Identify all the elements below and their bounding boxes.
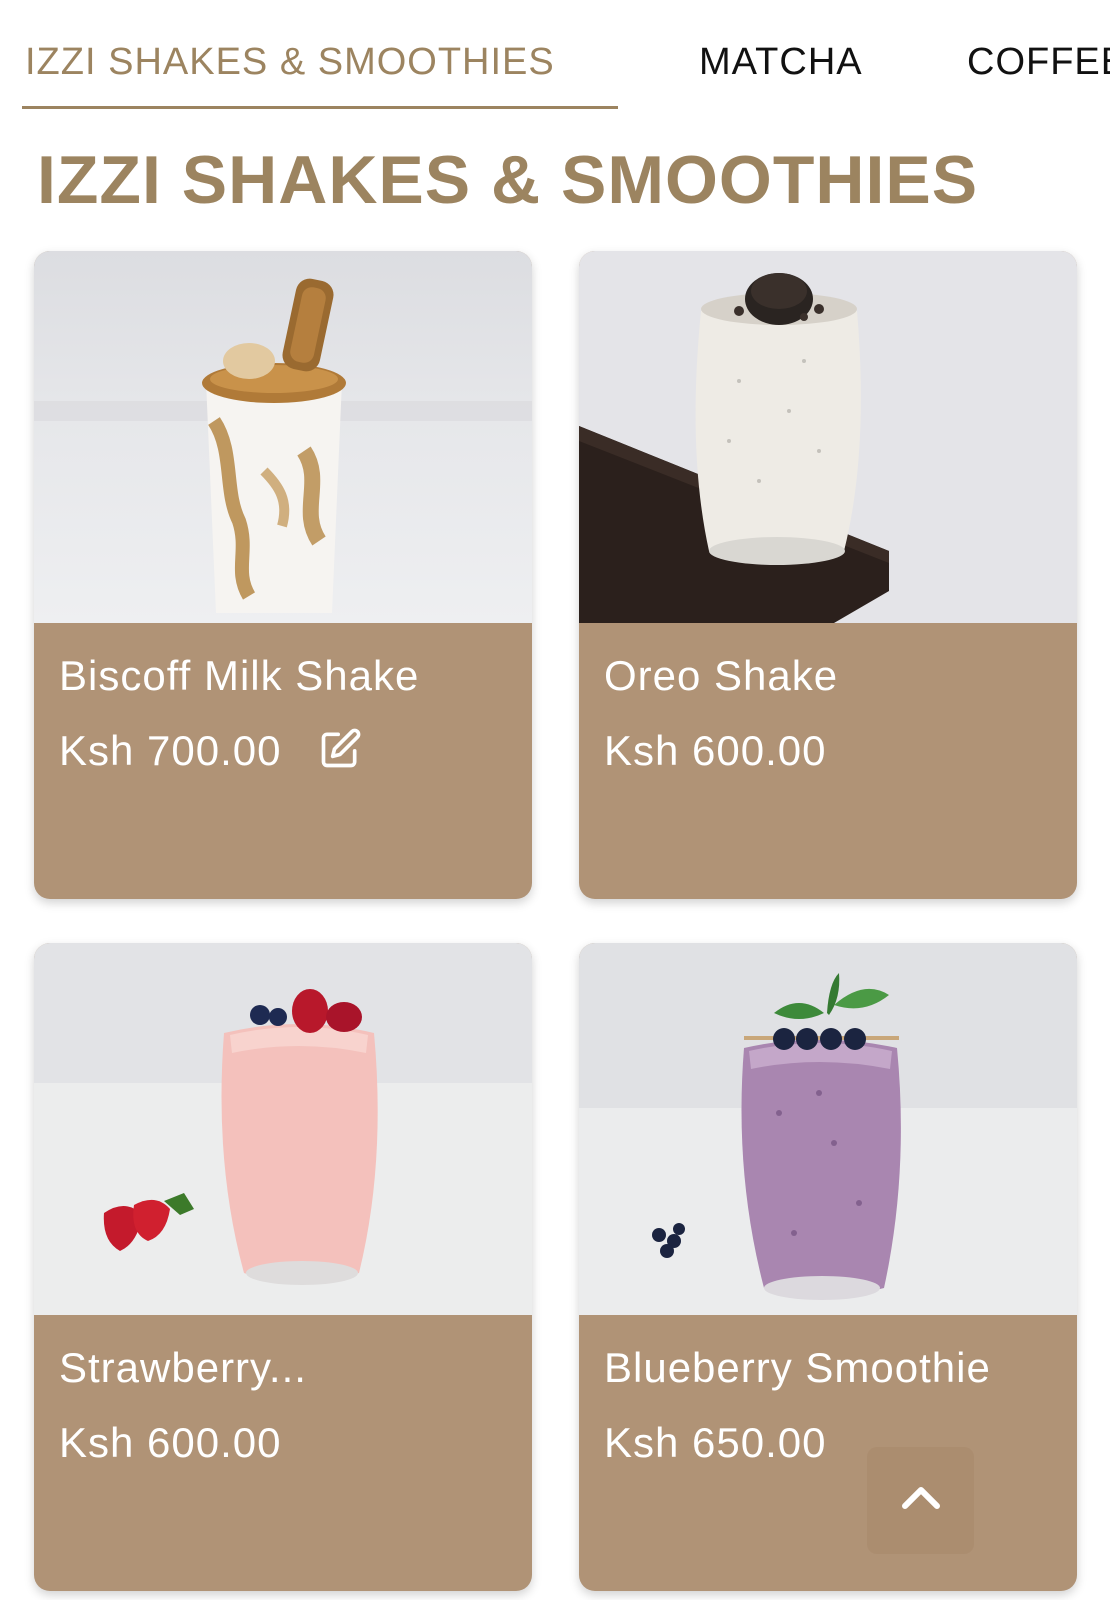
product-card-biscoff[interactable]: Biscoff Milk Shake Ksh 700.00 [34,251,532,899]
product-photo [34,251,532,623]
tab-matcha[interactable]: MATCHA [699,40,863,84]
product-name: Blueberry Smoothie [604,1344,991,1391]
product-name: Strawberry... [59,1344,307,1391]
product-card-blueberry[interactable]: Blueberry Smoothie Ksh 650.00 [579,943,1077,1591]
product-price: Ksh 650.00 [604,1419,827,1466]
product-price: Ksh 600.00 [604,727,827,774]
product-photo [579,943,1077,1315]
product-photo [34,943,532,1315]
product-price: Ksh 600.00 [59,1419,282,1466]
product-photo [579,251,1077,623]
tab-coffee[interactable]: COFFEE [967,40,1110,84]
back-to-top-button[interactable] [867,1447,974,1554]
product-card-strawberry[interactable]: Strawberry... Ksh 600.00 [34,943,532,1591]
category-tabs: IZZI SHAKES & SMOOTHIES MATCHA COFFEE [0,0,1110,112]
product-price: Ksh 700.00 [59,727,282,774]
product-info: Strawberry... Ksh 600.00 [34,1315,532,1591]
active-tab-indicator [22,106,618,109]
product-info: Oreo Shake Ksh 600.00 [579,623,1077,899]
edit-icon[interactable] [318,727,362,771]
product-name: Biscoff Milk Shake [59,652,420,699]
product-name: Oreo Shake [604,652,839,699]
chevron-up-icon [897,1474,945,1527]
section-title: IZZI SHAKES & SMOOTHIES [37,142,979,218]
product-info: Blueberry Smoothie Ksh 650.00 [579,1315,1077,1591]
product-info: Biscoff Milk Shake Ksh 700.00 [34,623,532,899]
product-card-oreo[interactable]: Oreo Shake Ksh 600.00 [579,251,1077,899]
tab-izzi-shakes-smoothies[interactable]: IZZI SHAKES & SMOOTHIES [25,40,555,84]
